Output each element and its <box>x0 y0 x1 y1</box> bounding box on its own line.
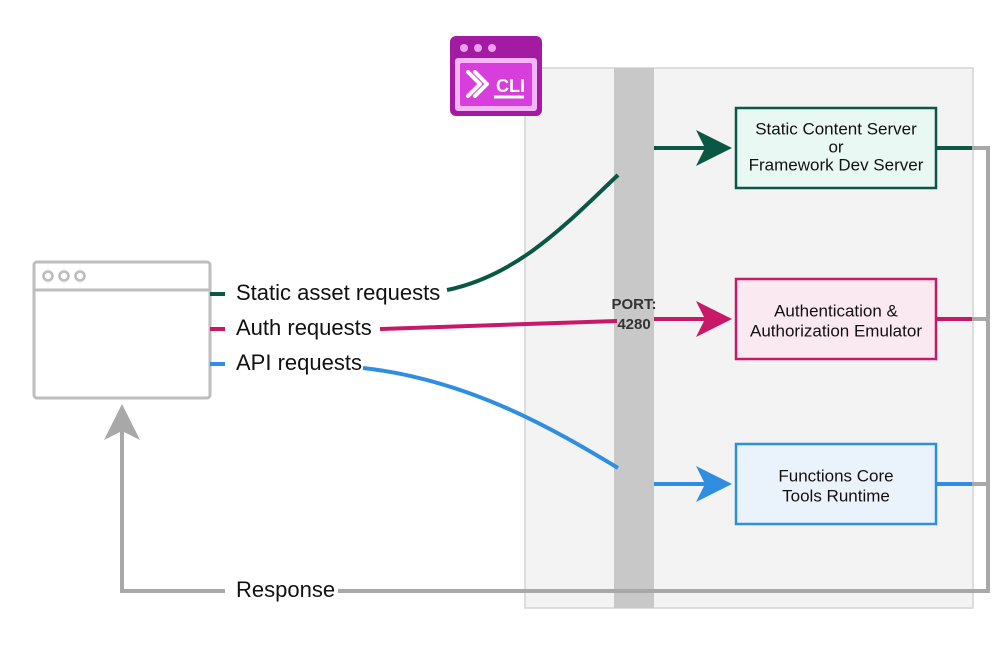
functions-box: Functions Core Tools Runtime <box>736 444 936 524</box>
auth-box-line1: Authentication & <box>774 301 898 320</box>
static-box-line1: Static Content Server <box>755 119 917 138</box>
response-label: Response <box>236 577 335 602</box>
port-number-text: 4280 <box>617 316 650 333</box>
auth-box-line2: Authorization Emulator <box>750 321 922 340</box>
auth-requests-label: Auth requests <box>236 315 372 340</box>
static-requests-label: Static asset requests <box>236 280 440 305</box>
api-requests-label: API requests <box>236 350 362 375</box>
port-label-text: PORT: <box>612 296 657 313</box>
functions-box-line1: Functions Core <box>778 466 893 485</box>
static-box-line3: Framework Dev Server <box>749 155 924 174</box>
auth-box: Authentication & Authorization Emulator <box>736 279 936 359</box>
port-bar <box>614 68 654 608</box>
browser-icon <box>34 262 210 398</box>
static-box-line2: or <box>828 137 843 156</box>
cli-icon: CLI <box>450 36 542 116</box>
static-content-box: Static Content Server or Framework Dev S… <box>736 108 936 188</box>
functions-box-line2: Tools Runtime <box>782 486 890 505</box>
cli-label: CLI <box>496 76 525 96</box>
